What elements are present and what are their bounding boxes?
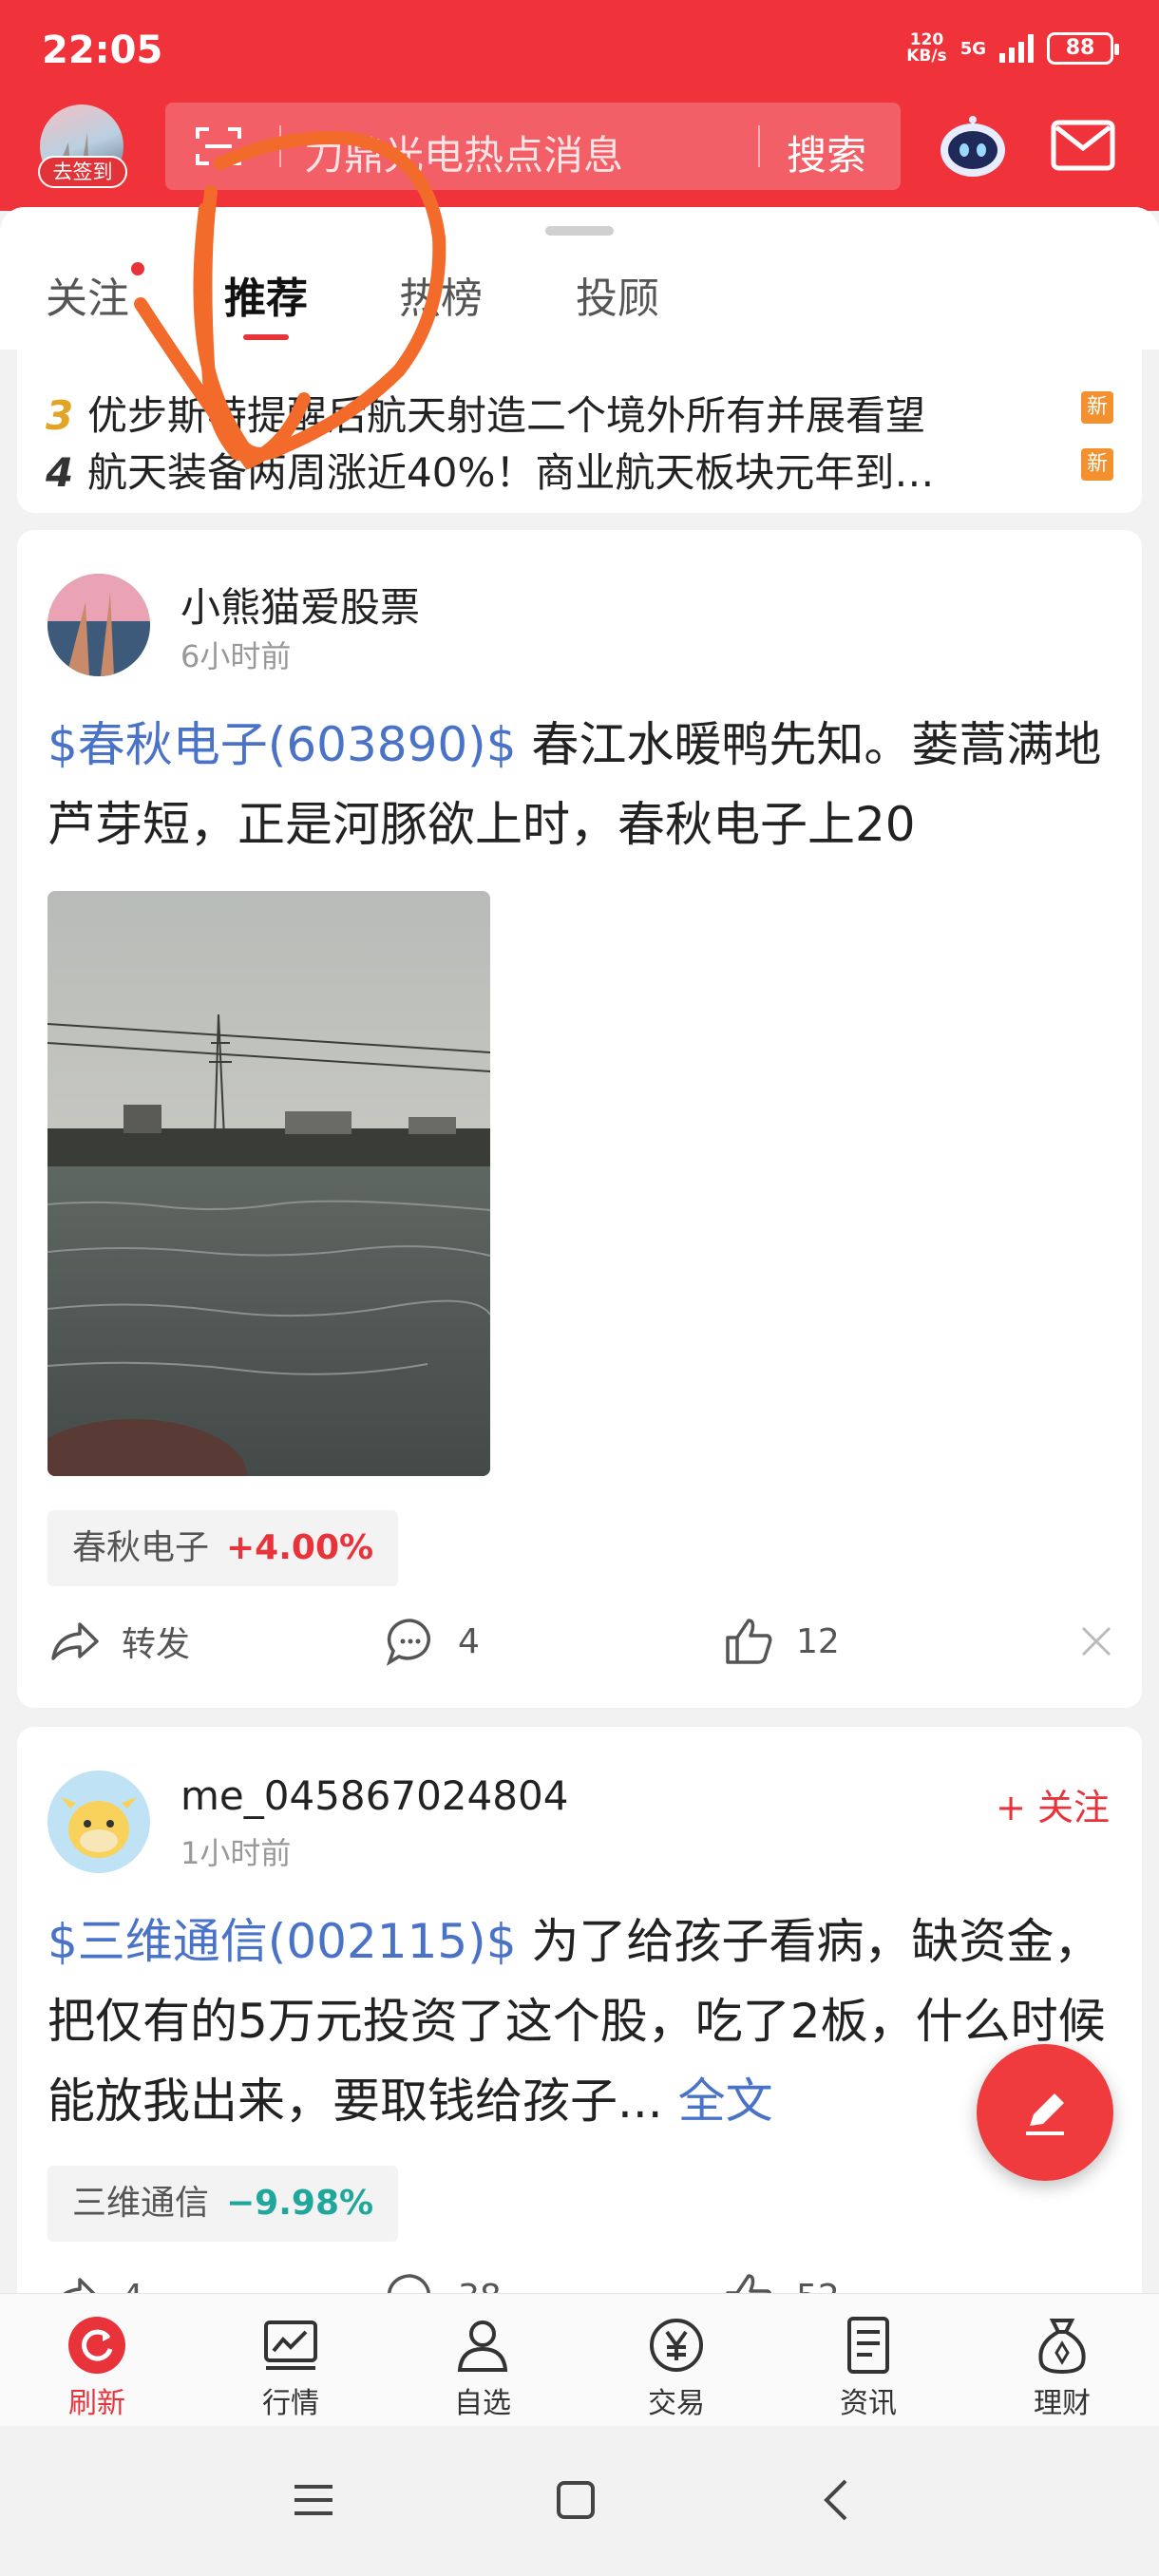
sheet-handle[interactable] <box>545 226 614 236</box>
refresh-icon <box>68 2317 125 2374</box>
home-icon[interactable] <box>553 2477 598 2523</box>
search-bar[interactable]: 力鼎光电热点消息 搜索 <box>165 103 901 190</box>
signal-icon <box>999 34 1034 63</box>
battery-icon: 88 <box>1047 32 1119 65</box>
back-icon[interactable] <box>815 2477 861 2523</box>
stock-link[interactable]: $春秋电子(603890)$ <box>48 717 517 772</box>
new-badge: 新 <box>1081 448 1113 481</box>
search-divider <box>758 125 760 167</box>
post-card[interactable]: 小熊猫爱股票 6小时前 $春秋电子(603890)$ 春江水暖鸭先知。蒌蒿满地芦… <box>17 530 1142 1708</box>
comment-button[interactable]: 4 <box>384 1615 480 1668</box>
network-type: 5G <box>960 38 986 59</box>
thumbs-up-icon <box>726 1619 772 1664</box>
money-bag-icon <box>1038 2319 1086 2375</box>
share-button[interactable]: 转发 <box>48 1615 190 1668</box>
author-name[interactable]: 小熊猫爱股票 <box>180 576 420 634</box>
tab-advisor[interactable]: 投顾 <box>576 264 659 325</box>
signin-badge[interactable]: 去签到 <box>38 156 127 188</box>
post-actions: 转发 4 12 <box>17 1615 1142 1672</box>
author-name[interactable]: me_045867024804 <box>180 1772 568 1819</box>
news-icon <box>847 2317 889 2374</box>
hot-list-item[interactable]: 4 航天装备两周涨近40%！商业航天板块元年到… <box>46 441 1110 499</box>
stock-change: −9.98% <box>226 2184 374 2223</box>
post-time: 1小时前 <box>180 1835 292 1871</box>
post-time: 6小时前 <box>180 638 292 674</box>
unread-dot <box>131 262 144 275</box>
person-icon <box>457 2320 508 2372</box>
nav-news[interactable]: 资讯 <box>811 2315 925 2421</box>
system-nav-bar <box>0 2426 1159 2576</box>
post-text[interactable]: $三维通信(002115)$ 为了给孩子看病，缺资金，把仅有的5万元投资了这个股… <box>48 1902 1121 2141</box>
post-photo[interactable] <box>48 891 490 1476</box>
net-speed: 120 KB/s <box>906 30 947 66</box>
pencil-icon <box>1026 2093 1064 2135</box>
follow-button[interactable]: + 关注 <box>996 1778 1110 1830</box>
search-button[interactable]: 搜索 <box>787 123 866 181</box>
chart-icon <box>264 2320 317 2370</box>
status-bar: 22:05 120 KB/s 5G 88 <box>0 0 1159 104</box>
stock-quote-tag[interactable]: 三维通信 −9.98% <box>48 2166 399 2242</box>
bottom-nav: 刷新 行情 自选 交易 资讯 理财 <box>0 2293 1159 2426</box>
nav-trade[interactable]: 交易 <box>619 2315 733 2421</box>
new-badge: 新 <box>1081 391 1113 424</box>
yuan-icon <box>650 2319 703 2372</box>
menu-icon[interactable] <box>291 2477 336 2523</box>
tab-recommend[interactable]: 推荐 <box>224 264 308 340</box>
post-card[interactable]: me_045867024804 1小时前 + 关注 $三维通信(002115)$… <box>17 1727 1142 2297</box>
close-icon[interactable] <box>1079 1624 1113 1658</box>
hot-list-item[interactable]: 3 优步斯特提醒后航天射造二个境外所有并展看望 <box>46 384 1110 442</box>
tab-hot[interactable]: 热榜 <box>399 264 483 325</box>
robot-assistant-icon[interactable] <box>937 114 1009 180</box>
stock-quote-tag[interactable]: 春秋电子 +4.00% <box>48 1510 399 1586</box>
search-placeholder[interactable]: 力鼎光电热点消息 <box>304 123 623 181</box>
compose-button[interactable] <box>977 2044 1113 2181</box>
scan-icon[interactable] <box>194 123 243 169</box>
status-time: 22:05 <box>42 28 163 72</box>
status-icons: 120 KB/s 5G 88 <box>906 30 1119 66</box>
author-avatar[interactable] <box>48 574 150 676</box>
app-header: 22:05 120 KB/s 5G 88 去签到 力鼎光电热点消息 搜索 <box>0 0 1159 211</box>
active-tab-indicator <box>243 334 289 340</box>
tab-follow[interactable]: 关注 <box>46 262 144 325</box>
nav-finance[interactable]: 理财 <box>1005 2315 1119 2421</box>
stock-change: +4.00% <box>226 1528 374 1567</box>
share-icon <box>51 1622 99 1660</box>
search-divider <box>279 125 281 167</box>
nav-refresh[interactable]: 刷新 <box>40 2315 154 2421</box>
mail-icon[interactable] <box>1051 120 1115 171</box>
read-more-link[interactable]: 全文 <box>663 2074 773 2129</box>
feed-sheet: 关注 推荐 热榜 投顾 3 优步斯特提醒后航天射造二个境外所有并展看望 新 4 航天… <box>0 207 1159 2297</box>
nav-watchlist[interactable]: 自选 <box>426 2315 540 2421</box>
comment-icon <box>386 1619 430 1666</box>
like-button[interactable]: 12 <box>722 1615 840 1668</box>
author-avatar[interactable] <box>48 1771 150 1873</box>
nav-market[interactable]: 行情 <box>234 2315 348 2421</box>
stock-link[interactable]: $三维通信(002115)$ <box>48 1914 517 1969</box>
post-text[interactable]: $春秋电子(603890)$ 春江水暖鸭先知。蒌蒿满地芦芽短，正是河豚欲上时，春… <box>48 705 1121 864</box>
